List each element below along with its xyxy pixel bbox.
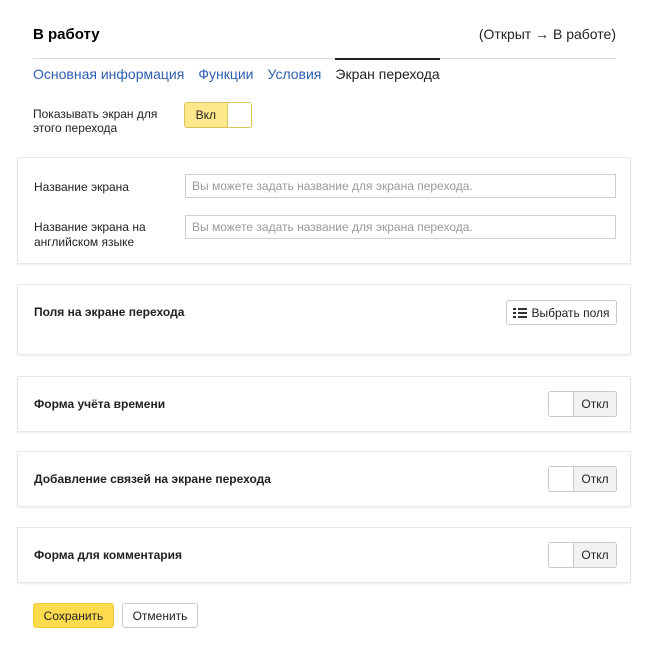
- toggle-knob: [226, 103, 251, 127]
- tab-main-info[interactable]: Основная информация: [33, 59, 184, 89]
- time-tracking-label: Форма учёта времени: [34, 397, 166, 411]
- page-title: В работу: [33, 26, 100, 43]
- time-tracking-toggle[interactable]: Откл: [548, 391, 617, 417]
- screen-name-en-input[interactable]: [185, 215, 616, 239]
- cancel-button[interactable]: Отменить: [122, 603, 198, 628]
- save-button[interactable]: Сохранить: [33, 603, 114, 628]
- toggle-state-label: Вкл: [185, 103, 227, 127]
- tab-transition-screen[interactable]: Экран перехода: [335, 58, 441, 89]
- transition-settings-page: В работу (Открыт → В работе) Основная ин…: [0, 0, 647, 653]
- links-label: Добавление связей на экране перехода: [34, 472, 271, 486]
- fields-label: Поля на экране перехода: [34, 305, 185, 319]
- screen-name-card: Название экрана Название экрана на англи…: [17, 157, 631, 264]
- status-transition: (Открыт → В работе): [478, 26, 616, 42]
- screen-name-label: Название экрана: [34, 180, 129, 194]
- comment-form-label: Форма для комментария: [34, 548, 183, 562]
- select-fields-button[interactable]: Выбрать поля: [506, 300, 617, 325]
- screen-name-input[interactable]: [185, 174, 616, 198]
- select-fields-label: Выбрать поля: [531, 305, 610, 320]
- show-screen-label: Показывать экран для этого перехода: [33, 107, 158, 135]
- fields-card: Поля на экране перехода Выбрать поля: [17, 284, 631, 355]
- time-tracking-card: Форма учёта времени Откл: [17, 376, 631, 432]
- tab-functions[interactable]: Функции: [198, 59, 253, 89]
- comment-form-toggle[interactable]: Откл: [548, 542, 617, 568]
- header: В работу (Открыт → В работе): [33, 26, 616, 46]
- show-screen-toggle[interactable]: Вкл: [184, 102, 252, 128]
- list-icon: [513, 307, 528, 318]
- links-toggle[interactable]: Откл: [548, 466, 617, 492]
- links-card: Добавление связей на экране перехода Отк…: [17, 451, 631, 507]
- tab-bar: Основная информация Функции Условия Экра…: [33, 58, 454, 89]
- toggle-knob: [549, 467, 573, 491]
- toggle-knob: [549, 543, 573, 567]
- toggle-knob: [549, 392, 573, 416]
- toggle-state-label: Откл: [573, 392, 616, 416]
- show-screen-row: Показывать экран для этого перехода Вкл: [33, 102, 616, 139]
- toggle-state-label: Откл: [573, 543, 616, 567]
- comment-form-card: Форма для комментария Откл: [17, 527, 631, 583]
- toggle-state-label: Откл: [573, 467, 616, 491]
- tab-conditions[interactable]: Условия: [267, 59, 321, 89]
- screen-name-en-label: Название экрана на английском языке: [34, 220, 146, 249]
